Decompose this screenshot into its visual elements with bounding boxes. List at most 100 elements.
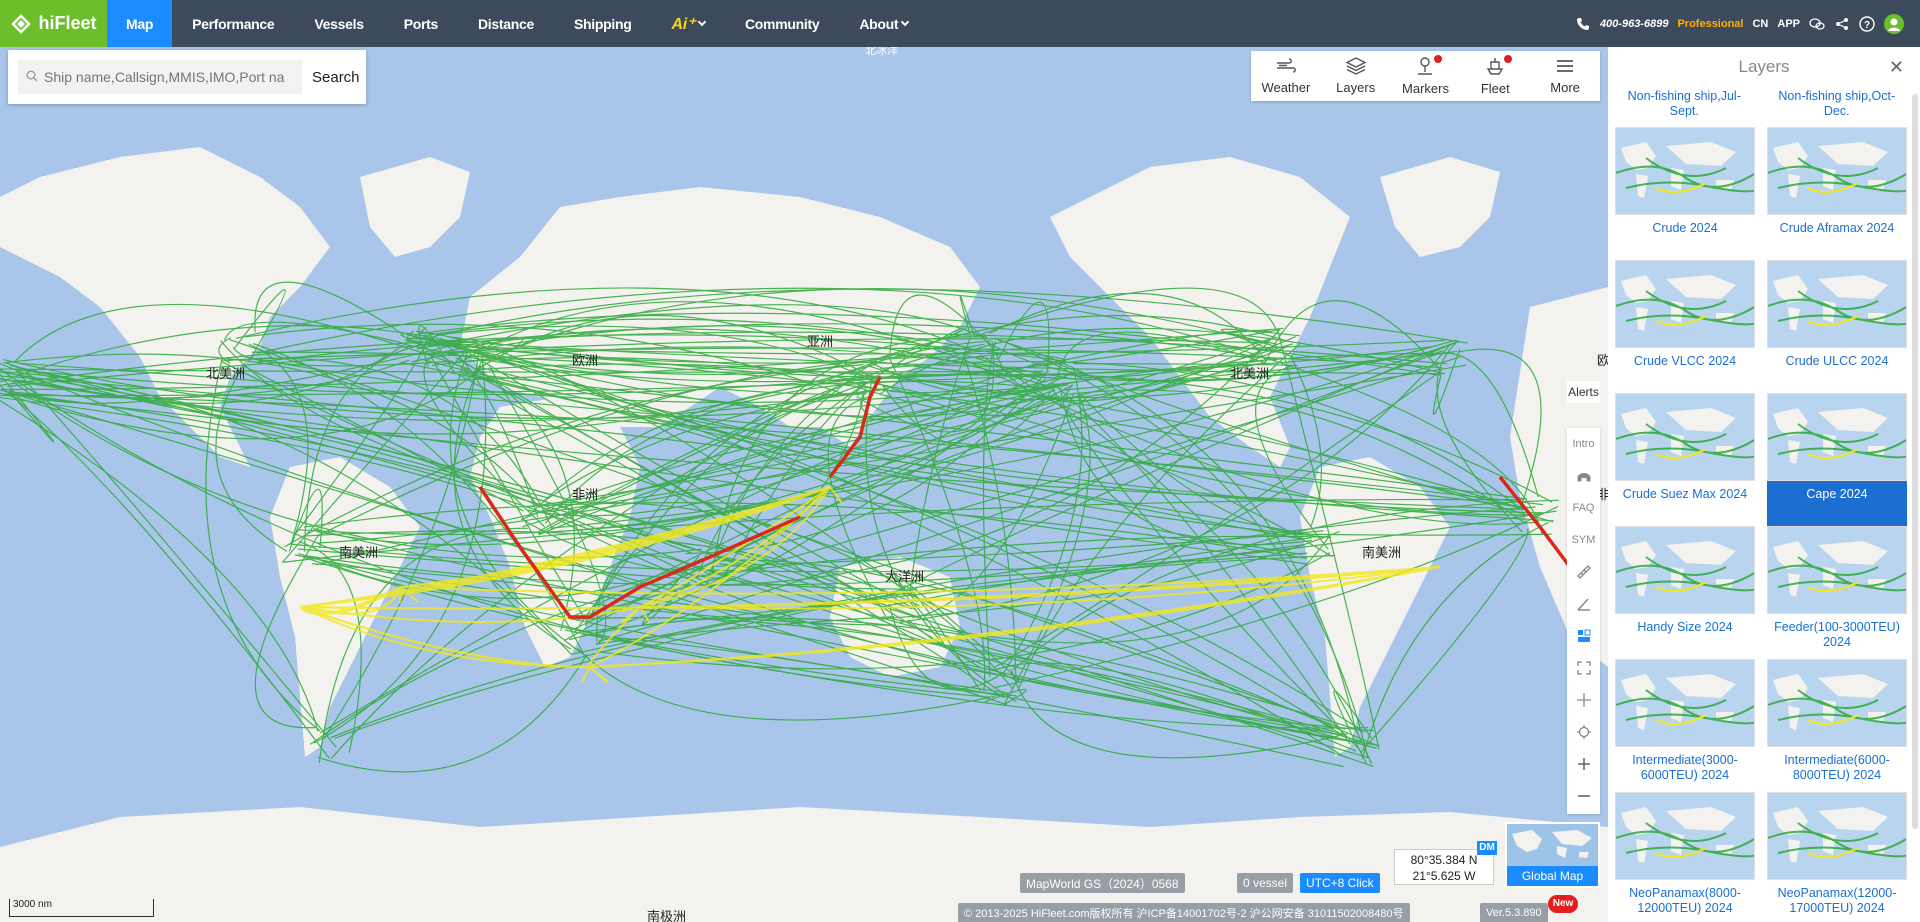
version-label: Ver.5.3.890 — [1480, 903, 1548, 922]
layer-card-selected[interactable]: Cape 2024 — [1767, 393, 1907, 526]
markers-button[interactable]: Markers — [1391, 51, 1461, 101]
layer-thumbnail — [1767, 792, 1907, 880]
layer-card-label[interactable]: Non-fishing ship,Oct-Dec. — [1761, 87, 1914, 127]
thumbnail-map — [1768, 142, 1906, 198]
crosshair-icon[interactable] — [1567, 684, 1600, 716]
layer-card[interactable]: Handy Size 2024 — [1615, 526, 1755, 659]
marker-pin-icon — [1414, 56, 1436, 79]
nav-vessels[interactable]: Vessels — [294, 0, 383, 47]
label-africa: 非洲 — [572, 488, 599, 503]
intro-button[interactable]: Intro — [1567, 428, 1600, 460]
dashboard-icon[interactable] — [1567, 620, 1600, 652]
headset-icon[interactable] — [1567, 460, 1600, 492]
layer-card[interactable]: NeoPanamax(12000-17000TEU) 2024 — [1767, 792, 1907, 922]
coord-format-toggle[interactable]: DM — [1477, 841, 1497, 855]
thumbnail-map — [1768, 541, 1906, 597]
layer-card-label: NeoPanamax(8000-12000TEU) 2024 — [1629, 886, 1741, 915]
thumbnail-map — [1616, 142, 1754, 198]
layers-scrollbar[interactable] — [1912, 94, 1918, 829]
layer-card[interactable]: Crude Aframax 2024 — [1767, 127, 1907, 260]
share-icon[interactable] — [1834, 16, 1850, 32]
nav-about[interactable]: About — [839, 0, 928, 47]
layer-thumbnail — [1767, 260, 1907, 348]
user-avatar-icon[interactable] — [1884, 13, 1904, 34]
thumbnail-map — [1768, 807, 1906, 863]
thumbnail-map — [1616, 674, 1754, 730]
layer-thumbnail — [1615, 260, 1755, 348]
layer-card-label: Intermediate(3000-6000TEU) 2024 — [1632, 753, 1738, 782]
search-input[interactable] — [44, 69, 294, 85]
angle-measure-icon[interactable] — [1567, 588, 1600, 620]
zoom-in-icon[interactable] — [1567, 748, 1600, 780]
hifleet-logo[interactable]: hiFleet — [0, 0, 107, 47]
timezone-button[interactable]: UTC+8 Click — [1300, 873, 1380, 893]
nav-distance[interactable]: Distance — [458, 0, 554, 47]
locate-icon[interactable] — [1567, 716, 1600, 748]
layers-button[interactable]: Layers — [1321, 51, 1391, 101]
faq-button[interactable]: FAQ — [1567, 492, 1600, 524]
route-line — [1053, 373, 1553, 503]
notification-dot — [1504, 55, 1513, 63]
layers-label: Layers — [1336, 80, 1376, 95]
main-nav: Map Performance Vessels Ports Distance S… — [107, 0, 928, 47]
weather-button[interactable]: Weather — [1251, 51, 1321, 101]
layer-row: Crude 2024 Crude Aframax 2024 — [1608, 127, 1913, 260]
layers-panel-header: Layers ✕ — [1608, 47, 1920, 87]
plan-badge[interactable]: Professional — [1677, 18, 1743, 30]
nav-ai-label: Ai⁺ — [671, 15, 695, 33]
nav-map[interactable]: Map — [107, 0, 173, 47]
layer-card-label: Crude VLCC 2024 — [1633, 354, 1737, 368]
label-north-america: 北美洲 — [206, 367, 246, 382]
fullscreen-icon[interactable] — [1567, 652, 1600, 684]
search-button[interactable]: Search — [312, 69, 360, 86]
thumbnail-map — [1616, 807, 1754, 863]
alerts-button[interactable]: Alerts — [1567, 381, 1600, 403]
global-map-button[interactable]: Global Map — [1505, 822, 1600, 888]
layer-thumbnail — [1615, 127, 1755, 215]
layer-row: Crude Suez Max 2024 Cape 2024 — [1608, 393, 1913, 526]
layers-icon — [1345, 57, 1367, 78]
wechat-icon[interactable] — [1809, 16, 1825, 32]
sym-button[interactable]: SYM — [1567, 524, 1600, 556]
map-canvas[interactable]: 北美洲 欧洲 亚洲 非洲 南美洲 大洋洲 北美洲 欧 非 南美洲 北冰洋 — [0, 47, 1608, 922]
layers-top-row: Non-fishing ship,Jul-Sept. Non-fishing s… — [1608, 87, 1913, 127]
layer-card[interactable]: Feeder(100-3000TEU) 2024 — [1767, 526, 1907, 659]
label-oceania: 大洋洲 — [885, 570, 925, 585]
route-line — [1010, 669, 1348, 759]
layer-card[interactable]: NeoPanamax(8000-12000TEU) 2024 — [1615, 792, 1755, 922]
nav-ai[interactable]: Ai⁺ — [651, 0, 725, 47]
nav-shipping[interactable]: Shipping — [554, 0, 651, 47]
nav-ports[interactable]: Ports — [384, 0, 458, 47]
layers-panel: Layers ✕ Non-fishing ship,Jul-Sept. Non-… — [1608, 47, 1920, 922]
nav-community[interactable]: Community — [725, 0, 839, 47]
help-icon[interactable]: ? — [1859, 15, 1875, 32]
layer-thumbnail — [1767, 127, 1907, 215]
thumbnail-map — [1616, 541, 1754, 597]
nav-performance[interactable]: Performance — [172, 0, 294, 47]
layers-grid: Non-fishing ship,Jul-Sept. Non-fishing s… — [1608, 87, 1913, 922]
close-icon[interactable]: ✕ — [1889, 47, 1904, 87]
zoom-out-icon[interactable] — [1567, 780, 1600, 812]
layer-row: Intermediate(3000-6000TEU) 2024 Intermed… — [1608, 659, 1913, 792]
layer-card[interactable]: Crude 2024 — [1615, 127, 1755, 260]
label-europe-2: 欧 — [1597, 354, 1608, 369]
layer-card-label[interactable]: Non-fishing ship,Jul-Sept. — [1608, 87, 1761, 127]
copyright: © 2013-2025 HiFleet.com版权所有 沪ICP备1400170… — [958, 903, 1410, 922]
more-button[interactable]: More — [1530, 51, 1600, 101]
layer-card[interactable]: Intermediate(3000-6000TEU) 2024 — [1615, 659, 1755, 792]
layer-row: NeoPanamax(8000-12000TEU) 2024 NeoPanama… — [1608, 792, 1913, 922]
layer-thumbnail — [1615, 526, 1755, 614]
fleet-button[interactable]: Fleet — [1460, 51, 1530, 101]
ship-icon — [1484, 56, 1506, 79]
layer-card[interactable]: Crude VLCC 2024 — [1615, 260, 1755, 393]
layer-card[interactable]: Crude Suez Max 2024 — [1615, 393, 1755, 526]
label-arctic: 北冰洋 — [865, 47, 898, 57]
layer-card[interactable]: Intermediate(6000-8000TEU) 2024 — [1767, 659, 1907, 792]
hifleet-logo-icon — [10, 13, 32, 35]
layer-card-label: NeoPanamax(12000-17000TEU) 2024 — [1777, 886, 1897, 915]
app-link[interactable]: APP — [1777, 18, 1800, 30]
layer-card[interactable]: Crude ULCC 2024 — [1767, 260, 1907, 393]
language-switch[interactable]: CN — [1752, 18, 1768, 30]
ruler-icon[interactable] — [1567, 556, 1600, 588]
phone-number[interactable]: 400-963-6899 — [1600, 18, 1669, 30]
